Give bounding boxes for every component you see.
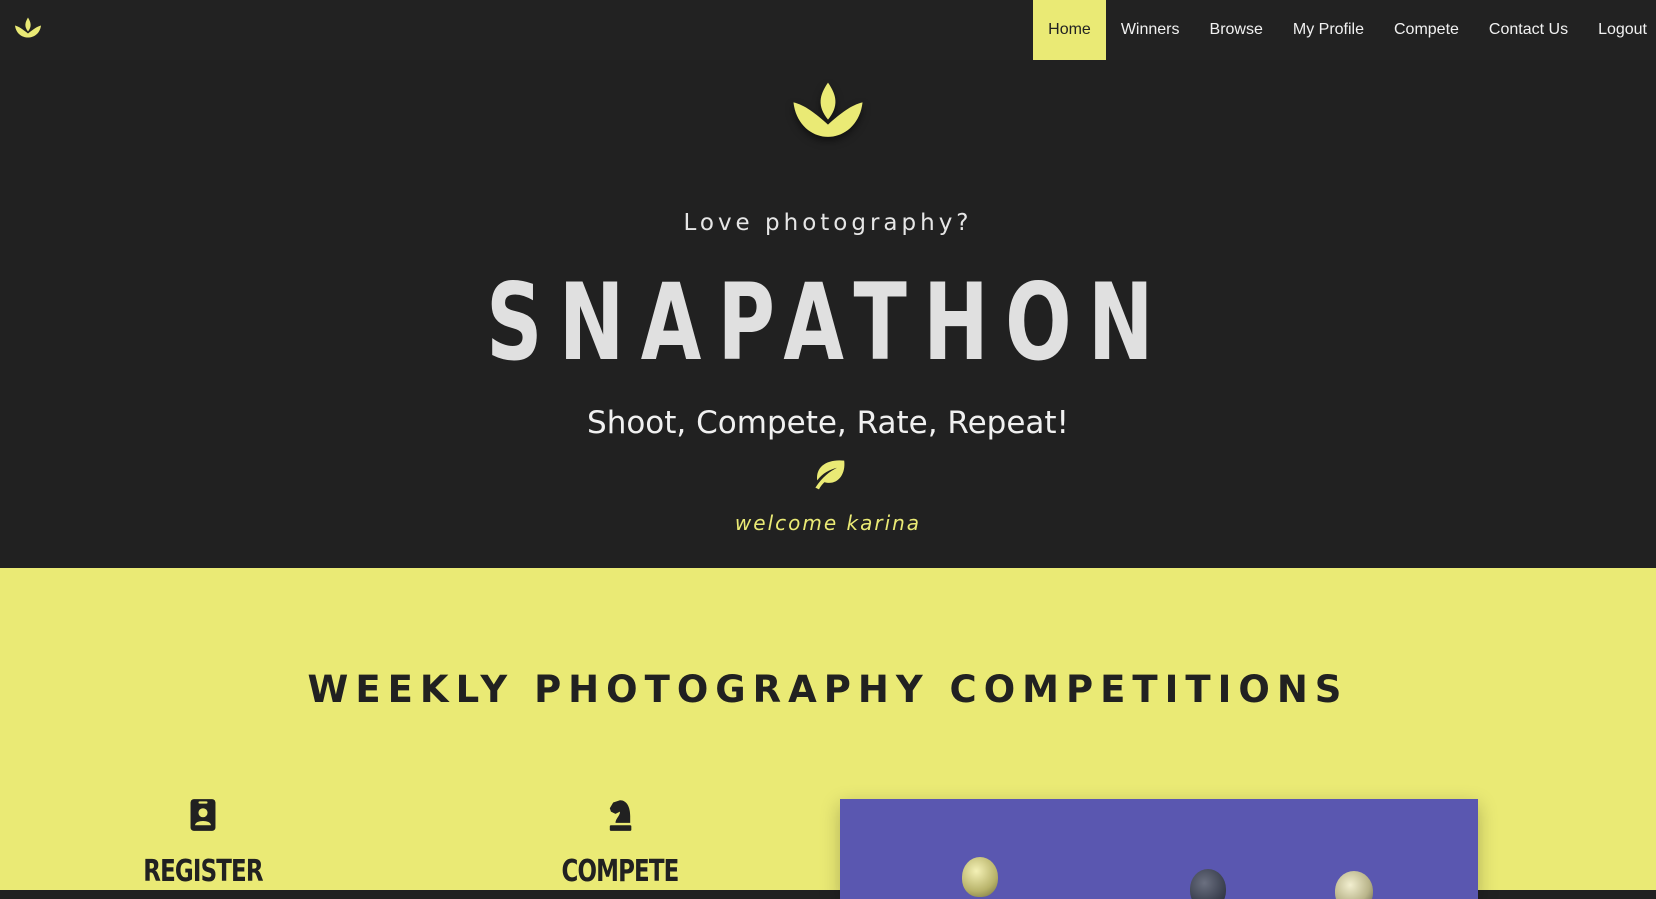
nav-menu: Home Winners Browse My Profile Compete C…: [1033, 0, 1656, 60]
step-compete: COMPETE: [520, 798, 720, 889]
balloon-image: [1335, 871, 1373, 899]
hero-slogan: Shoot, Compete, Rate, Repeat!: [587, 405, 1069, 441]
brand-title: SNAPATHON: [486, 261, 1170, 384]
nav-compete[interactable]: Compete: [1379, 0, 1474, 60]
top-navbar: Home Winners Browse My Profile Compete C…: [0, 0, 1656, 60]
hero-tagline: Love photography?: [683, 210, 973, 236]
competitions-section: WEEKLY PHOTOGRAPHY COMPETITIONS REGISTER…: [0, 568, 1656, 899]
nav-logout[interactable]: Logout: [1583, 0, 1656, 60]
hot-air-balloons-image: [840, 799, 1478, 899]
leaf-icon: [815, 460, 845, 490]
welcome-message: welcome karina: [734, 511, 922, 535]
nav-home[interactable]: Home: [1033, 0, 1106, 60]
step-register: REGISTER: [103, 798, 303, 889]
nav-winners[interactable]: Winners: [1106, 0, 1195, 60]
nav-my-profile[interactable]: My Profile: [1278, 0, 1379, 60]
lotus-logo-icon[interactable]: [13, 14, 43, 42]
nav-contact-us[interactable]: Contact Us: [1474, 0, 1583, 60]
step-label: COMPETE: [561, 854, 679, 889]
balloon-image: [1190, 869, 1226, 899]
id-badge-icon: [190, 799, 216, 831]
balloon-image: [962, 857, 998, 897]
hero-section: Love photography? SNAPATHON Shoot, Compe…: [0, 60, 1656, 568]
lotus-logo-icon: [793, 82, 863, 137]
nav-browse[interactable]: Browse: [1195, 0, 1278, 60]
chess-knight-icon: [609, 800, 632, 831]
section-title: WEEKLY PHOTOGRAPHY COMPETITIONS: [307, 668, 1349, 711]
step-label: REGISTER: [143, 854, 263, 889]
